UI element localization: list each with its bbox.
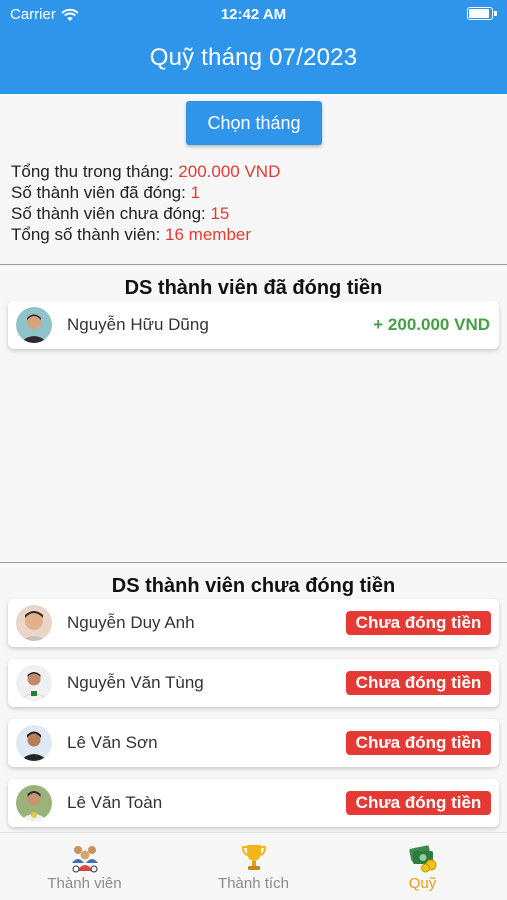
member-name: Nguyễn Duy Anh bbox=[67, 613, 195, 632]
fund-summary: Tổng thu trong tháng: 200.000 VND Số thà… bbox=[11, 161, 280, 245]
unpaid-member-card[interactable]: Nguyễn Duy Anh Chưa đóng tiền bbox=[8, 599, 499, 647]
avatar bbox=[16, 785, 52, 821]
unpaid-badge: Chưa đóng tiền bbox=[346, 671, 491, 695]
tab-label: Thành viên bbox=[47, 875, 122, 892]
member-name: Lê Văn Sơn bbox=[67, 733, 158, 752]
tab-members[interactable]: Thành viên bbox=[0, 833, 169, 900]
total-members-value: 16 member bbox=[165, 225, 252, 244]
paid-member-card[interactable]: Nguyễn Hữu Dũng + 200.000 VND bbox=[8, 301, 499, 349]
choose-month-button[interactable]: Chọn tháng bbox=[186, 101, 322, 145]
total-income-row: Tổng thu trong tháng: 200.000 VND bbox=[11, 161, 280, 182]
paid-section-title: DS thành viên đã đóng tiền bbox=[124, 277, 383, 299]
app-bar: Carrier 12:42 AM Quỹ tháng 07/2023 bbox=[0, 0, 507, 94]
tab-label: Quỹ bbox=[408, 875, 437, 892]
trophy-icon bbox=[241, 845, 267, 870]
status-bar: Carrier 12:42 AM bbox=[0, 6, 507, 24]
money-icon bbox=[409, 845, 437, 873]
avatar bbox=[16, 307, 52, 343]
unpaid-member-card[interactable]: Lê Văn Sơn Chưa đóng tiền bbox=[8, 719, 499, 767]
unpaid-count-label: Số thành viên chưa đóng: bbox=[11, 204, 211, 223]
paid-count-label: Số thành viên đã đóng: bbox=[11, 183, 191, 202]
member-name: Nguyễn Văn Tùng bbox=[67, 673, 204, 692]
avatar bbox=[16, 605, 52, 641]
unpaid-badge: Chưa đóng tiền bbox=[346, 731, 491, 755]
total-members-label: Tổng số thành viên: bbox=[11, 225, 166, 244]
team-icon bbox=[72, 846, 98, 873]
total-members-row: Tổng số thành viên: 16 member bbox=[11, 224, 280, 245]
bottom-tab-bar: Thành viên Thành tích Quỹ bbox=[0, 832, 507, 900]
total-income-label: Tổng thu trong tháng: bbox=[11, 162, 179, 181]
paid-count-value: 1 bbox=[190, 183, 201, 202]
unpaid-count-row: Số thành viên chưa đóng: 15 bbox=[11, 203, 280, 224]
divider bbox=[0, 562, 507, 563]
unpaid-member-card[interactable]: Nguyễn Văn Tùng Chưa đóng tiền bbox=[8, 659, 499, 707]
unpaid-badge: Chưa đóng tiền bbox=[346, 611, 491, 635]
tab-achievements[interactable]: Thành tích bbox=[169, 833, 338, 900]
paid-count-row: Số thành viên đã đóng: 1 bbox=[11, 182, 280, 203]
paid-amount: + 200.000 VND bbox=[373, 315, 490, 334]
divider bbox=[0, 264, 507, 265]
avatar bbox=[16, 725, 52, 761]
unpaid-member-card[interactable]: Lê Văn Toàn Chưa đóng tiền bbox=[8, 779, 499, 827]
tab-fund[interactable]: Quỹ bbox=[338, 833, 507, 900]
page-title: Quỹ tháng 07/2023 bbox=[149, 44, 358, 71]
unpaid-count-value: 15 bbox=[210, 204, 230, 223]
status-time: 12:42 AM bbox=[220, 6, 287, 23]
total-income-value: 200.000 VND bbox=[178, 162, 281, 181]
unpaid-section-title: DS thành viên chưa đóng tiền bbox=[111, 575, 396, 597]
member-name: Nguyễn Hữu Dũng bbox=[67, 315, 209, 334]
tab-label: Thành tích bbox=[218, 875, 289, 892]
battery-icon bbox=[467, 7, 497, 20]
unpaid-badge: Chưa đóng tiền bbox=[346, 791, 491, 815]
avatar bbox=[16, 665, 52, 701]
member-name: Lê Văn Toàn bbox=[67, 793, 163, 812]
